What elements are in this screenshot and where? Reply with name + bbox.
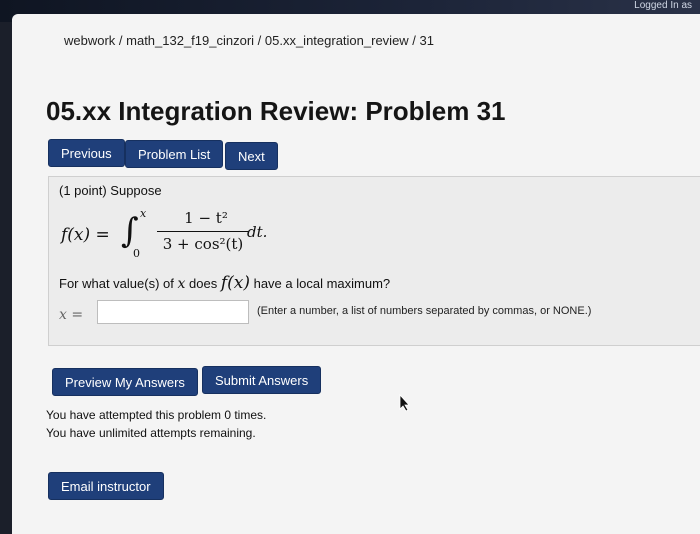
submit-answers-button[interactable]: Submit Answers [202,366,322,394]
attempted-text: You have attempted this problem 0 times. [46,408,267,422]
fraction-bar [157,231,249,232]
upper-limit: x [140,207,147,220]
answer-hint: (Enter a number, a list of numbers separ… [257,305,592,317]
formula-lhs: f(x) = [61,225,110,245]
problem-points: (1 point) Suppose [59,183,162,198]
previous-button[interactable]: Previous [48,139,125,167]
login-status: Logged In as [634,0,692,11]
email-instructor-button[interactable]: Email instructor [48,472,164,500]
question-text: For what value(s) of x does f(x) have a … [59,273,390,293]
question-part: have a local maximum? [249,276,391,291]
preview-answers-button[interactable]: Preview My Answers [52,368,198,396]
problem-list-button[interactable]: Problem List [125,140,224,168]
lower-limit: 0 [133,247,140,260]
problem-box: (1 point) Suppose f(x) = ∫ x 0 1 − t² 3 … [48,176,700,346]
browser-screen: webwork / math_132_f19_cinzori / 05.xx_i… [12,14,700,534]
question-part: does [185,276,221,291]
next-button[interactable]: Next [225,142,278,170]
question-part: For what value(s) of [59,276,178,291]
differential: dt. [247,223,268,241]
breadcrumb[interactable]: webwork / math_132_f19_cinzori / 05.xx_i… [64,33,434,48]
page-title: 05.xx Integration Review: Problem 31 [46,96,506,126]
answer-input[interactable] [97,300,249,324]
denominator: 3 + cos²(t) [162,235,244,253]
question-func: f(x) [220,273,250,293]
mouse-cursor-icon [399,394,410,412]
remaining-text: You have unlimited attempts remaining. [46,426,256,440]
numerator: 1 − t² [184,209,228,227]
attempt-status: You have attempted this problem 0 times.… [46,406,266,442]
answer-label: x = [59,307,84,323]
integral-sign: ∫ [121,211,139,251]
